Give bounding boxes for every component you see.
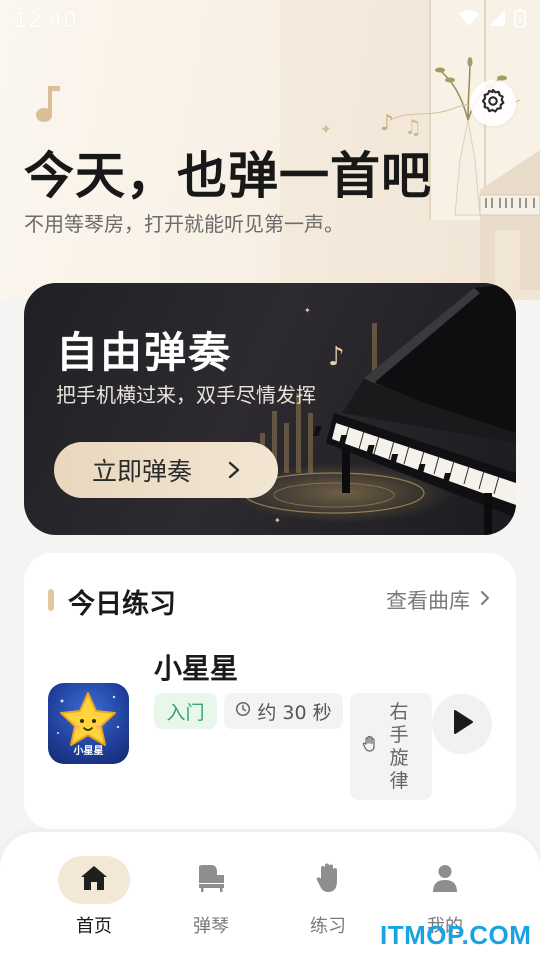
section-accent-bar xyxy=(48,589,54,611)
svg-text:♪: ♪ xyxy=(380,111,394,136)
nav-icon-container xyxy=(58,856,130,904)
clock-icon xyxy=(235,700,251,722)
play-now-button[interactable]: 立即弹奏 xyxy=(54,442,278,498)
play-song-button[interactable] xyxy=(432,694,492,754)
status-icons xyxy=(458,8,526,32)
chevron-right-icon xyxy=(228,458,240,482)
status-bar: 12:40 xyxy=(0,0,540,40)
user-icon xyxy=(431,863,459,897)
chevron-right-icon xyxy=(480,589,490,611)
song-cover-label: 小星星 xyxy=(73,746,104,757)
view-library-link[interactable]: 查看曲库 xyxy=(386,585,490,615)
duration-badge: 约 30 秒 xyxy=(224,693,343,729)
today-practice-card: 今日练习 查看曲库 小星星 小星星 入门 约 30 秒 右手旋律 xyxy=(24,553,516,829)
level-badge: 入门 xyxy=(154,693,217,729)
nav-item-home[interactable]: 首页 xyxy=(49,856,139,946)
section-title: 今日练习 xyxy=(68,589,176,620)
free-play-subtitle: 把手机横过来，双手尽情发挥 xyxy=(56,383,316,407)
page-subtitle: 不用等琴房，打开就能听见第一声。 xyxy=(24,212,344,236)
nav-label-piano: 弹琴 xyxy=(193,916,229,937)
watermark: ITMOP.COM xyxy=(380,920,532,950)
settings-button[interactable] xyxy=(470,80,516,126)
view-library-label: 查看曲库 xyxy=(386,589,470,613)
gear-icon xyxy=(479,87,507,119)
grand-piano-illustration: ♪ ✦ ✦ ✦ xyxy=(234,283,516,535)
page-title: 今天，也弹一首吧 xyxy=(24,147,432,205)
piano-icon xyxy=(195,863,227,897)
hand-badge: 右手旋律 xyxy=(350,693,432,800)
nav-item-piano[interactable]: 弹琴 xyxy=(166,856,256,946)
nav-label-home: 首页 xyxy=(76,916,112,937)
hand-label: 右手旋律 xyxy=(389,700,409,792)
svg-text:♪: ♪ xyxy=(328,342,345,372)
hand-icon xyxy=(362,735,378,758)
hand-icon xyxy=(314,862,342,898)
svg-text:✦: ✦ xyxy=(274,516,281,525)
free-play-card[interactable]: ♪ ✦ ✦ ✦ 自由弹奏 把手机横过来，双手尽情发挥 立即弹奏 xyxy=(24,283,516,535)
nav-icon-container xyxy=(409,856,481,904)
wifi-icon xyxy=(458,9,480,31)
status-time: 12:40 xyxy=(14,8,78,32)
play-now-label: 立即弹奏 xyxy=(92,457,193,486)
battery-icon xyxy=(514,8,526,32)
signal-icon xyxy=(488,9,506,31)
music-note-icon xyxy=(34,84,62,124)
song-title: 小星星 xyxy=(154,652,239,685)
nav-label-practice: 练习 xyxy=(310,916,346,937)
song-cover-art[interactable]: 小星星 xyxy=(48,683,129,764)
nav-icon-container xyxy=(292,856,364,904)
free-play-title: 自由弹奏 xyxy=(56,328,233,377)
duration-label: 约 30 秒 xyxy=(257,701,332,724)
nav-icon-container xyxy=(175,856,247,904)
home-icon xyxy=(79,864,109,896)
play-icon xyxy=(450,709,474,739)
nav-item-practice[interactable]: 练习 xyxy=(283,856,373,946)
svg-text:✦: ✦ xyxy=(304,306,311,315)
